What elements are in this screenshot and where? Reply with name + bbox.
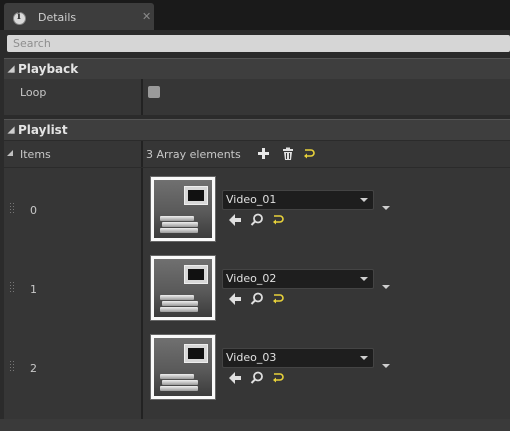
expand-options-icon[interactable] xyxy=(382,364,390,368)
plus-icon[interactable] xyxy=(257,147,271,161)
drag-handle-icon[interactable] xyxy=(10,282,14,294)
column-divider[interactable] xyxy=(141,79,143,115)
category-playlist[interactable]: Playlist xyxy=(4,119,510,140)
item-index: 2 xyxy=(30,362,37,375)
collapse-arrow-icon[interactable] xyxy=(7,65,15,73)
tab-title: Details xyxy=(38,11,77,24)
media-source-dropdown[interactable]: Video_03 xyxy=(222,348,374,368)
browse-search-icon[interactable] xyxy=(250,292,264,306)
media-thumbnail[interactable] xyxy=(150,255,216,321)
list-item: 2 Video_03 xyxy=(4,328,510,404)
close-icon[interactable]: ✕ xyxy=(142,10,151,23)
property-row-items: Items 3 Array elements xyxy=(4,141,510,167)
item-index: 1 xyxy=(30,283,37,296)
category-title: Playlist xyxy=(18,123,68,137)
column-divider[interactable] xyxy=(141,141,143,167)
expand-options-icon[interactable] xyxy=(382,285,390,289)
reset-arrow-icon[interactable] xyxy=(302,147,316,161)
array-count: 3 Array elements xyxy=(146,148,241,161)
list-item: 1 Video_02 xyxy=(4,249,510,325)
reset-arrow-icon[interactable] xyxy=(271,213,285,227)
tab-details[interactable]: Details ✕ xyxy=(4,3,154,30)
drag-handle-icon[interactable] xyxy=(10,203,14,215)
search-input[interactable]: Search xyxy=(7,35,510,52)
property-row-loop: Loop xyxy=(4,79,510,115)
media-source-dropdown[interactable]: Video_02 xyxy=(222,269,374,289)
browse-search-icon[interactable] xyxy=(250,213,264,227)
media-source-dropdown[interactable]: Video_01 xyxy=(222,190,374,210)
item-index: 0 xyxy=(30,204,37,217)
dropdown-value: Video_01 xyxy=(226,193,277,206)
use-selected-arrow-icon[interactable] xyxy=(228,213,242,227)
chevron-down-icon xyxy=(360,277,368,281)
reset-arrow-icon[interactable] xyxy=(271,371,285,385)
collapse-arrow-icon[interactable] xyxy=(7,126,15,134)
expand-arrow-icon[interactable] xyxy=(7,150,13,156)
media-thumbnail[interactable] xyxy=(150,334,216,400)
media-thumbnail[interactable] xyxy=(150,176,216,242)
use-selected-arrow-icon[interactable] xyxy=(228,292,242,306)
category-playback[interactable]: Playback xyxy=(4,58,510,79)
drag-handle-icon[interactable] xyxy=(10,361,14,373)
dropdown-value: Video_02 xyxy=(226,272,277,285)
search-placeholder: Search xyxy=(13,37,51,50)
expand-options-icon[interactable] xyxy=(382,206,390,210)
list-item: 0 Video_01 xyxy=(4,170,510,246)
property-label: Items xyxy=(20,148,51,161)
loop-checkbox[interactable] xyxy=(148,86,160,98)
info-icon xyxy=(13,11,26,25)
chevron-down-icon xyxy=(360,356,368,360)
property-label: Loop xyxy=(20,86,47,99)
category-title: Playback xyxy=(18,62,79,76)
browse-search-icon[interactable] xyxy=(250,371,264,385)
chevron-down-icon xyxy=(360,198,368,202)
use-selected-arrow-icon[interactable] xyxy=(228,371,242,385)
panel-footer xyxy=(0,419,510,431)
trash-icon[interactable] xyxy=(281,147,295,161)
dropdown-value: Video_03 xyxy=(226,351,277,364)
reset-arrow-icon[interactable] xyxy=(271,292,285,306)
